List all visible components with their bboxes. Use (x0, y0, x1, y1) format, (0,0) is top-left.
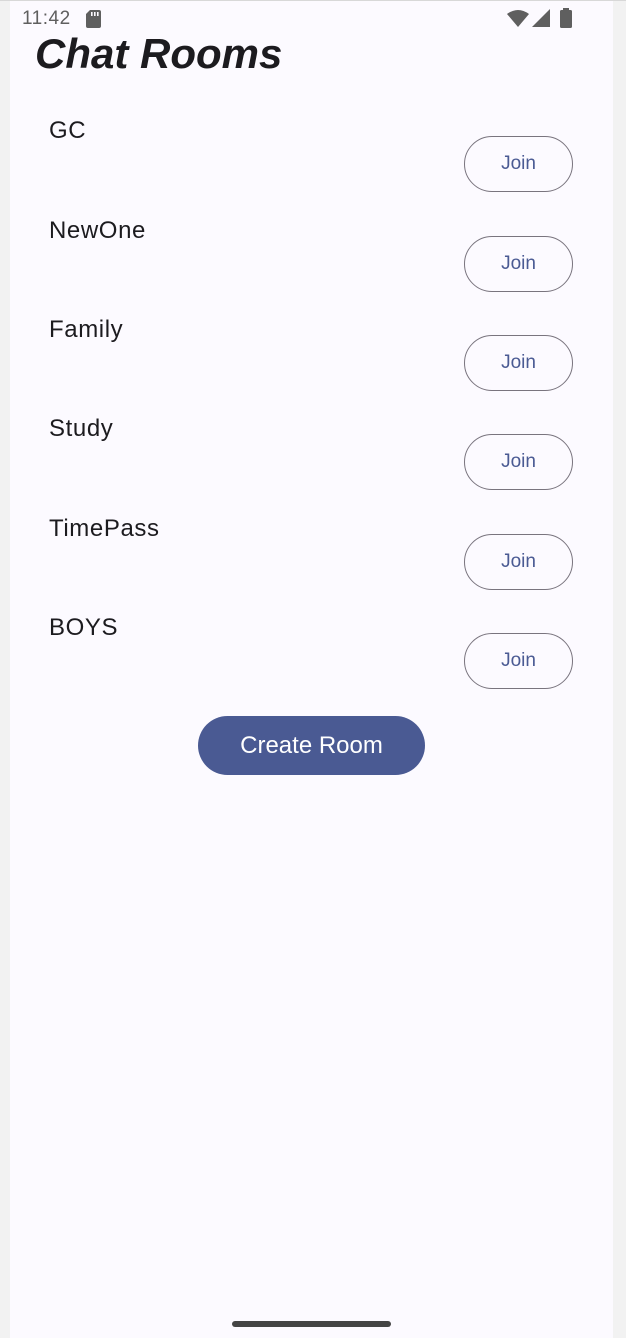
home-indicator[interactable] (232, 1321, 391, 1327)
room-list-item: TimePass Join (0, 515, 626, 590)
room-list-item: Study Join (0, 415, 626, 490)
join-button[interactable]: Join (464, 434, 573, 490)
room-list-item: Family Join (0, 316, 626, 391)
join-button[interactable]: Join (464, 633, 573, 689)
sd-card-icon (86, 10, 101, 28)
create-room-button[interactable]: Create Room (198, 716, 425, 775)
room-name: NewOne (49, 217, 146, 244)
room-list-item: GC Join (0, 117, 626, 192)
room-list-item: NewOne Join (0, 217, 626, 292)
room-name: Family (49, 316, 124, 343)
battery-icon (560, 8, 572, 28)
room-name: GC (49, 117, 87, 144)
status-time: 11:42 (22, 8, 71, 29)
room-name: Study (49, 415, 114, 442)
wifi-icon (507, 10, 529, 27)
join-button[interactable]: Join (464, 335, 573, 391)
room-list-item: BOYS Join (0, 614, 626, 689)
page-title: Chat Rooms (35, 30, 283, 77)
room-name: TimePass (49, 515, 160, 542)
join-button[interactable]: Join (464, 534, 573, 590)
join-button[interactable]: Join (464, 136, 573, 192)
join-button[interactable]: Join (464, 236, 573, 292)
signal-icon (532, 9, 550, 27)
room-name: BOYS (49, 614, 119, 641)
